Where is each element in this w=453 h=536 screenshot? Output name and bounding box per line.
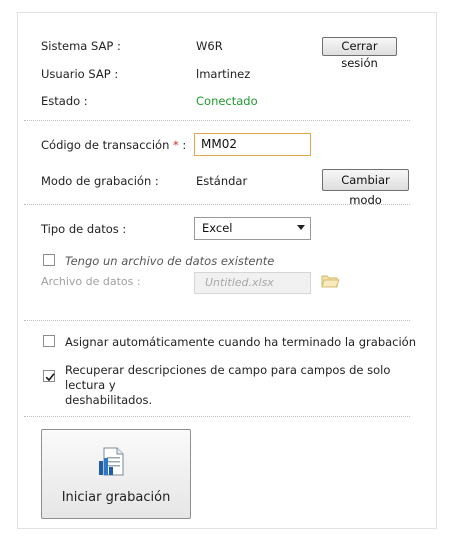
transaction-code-colon: : bbox=[178, 138, 187, 152]
data-type-select[interactable]: Excel bbox=[194, 217, 311, 240]
system-label: Sistema SAP : bbox=[41, 39, 121, 53]
section-divider bbox=[24, 204, 410, 205]
auto-assign-checkbox[interactable] bbox=[43, 335, 55, 347]
auto-assign-label: Asignar automáticamente cuando ha termin… bbox=[65, 335, 417, 349]
retrieve-descriptions-line1: Recuperar descripciones de campo para ca… bbox=[65, 363, 391, 392]
status-value: Conectado bbox=[196, 94, 258, 108]
data-type-selected: Excel bbox=[202, 221, 233, 235]
section-divider bbox=[24, 120, 410, 121]
has-file-label: Tengo un archivo de datos existente bbox=[65, 254, 275, 268]
record-document-icon bbox=[95, 446, 127, 481]
recording-mode-value: Estándar bbox=[196, 174, 248, 188]
recording-mode-label: Modo de grabación : bbox=[41, 174, 159, 188]
system-value: W6R bbox=[196, 39, 223, 53]
status-label: Estado : bbox=[41, 94, 88, 108]
user-value: lmartinez bbox=[196, 67, 251, 81]
section-divider bbox=[24, 416, 410, 417]
data-file-input[interactable]: Untitled.xlsx bbox=[194, 272, 311, 294]
start-recording-button[interactable]: Iniciar grabación bbox=[41, 429, 191, 519]
retrieve-descriptions-line2: deshabilitados. bbox=[65, 393, 153, 407]
user-label: Usuario SAP : bbox=[41, 67, 119, 81]
section-divider bbox=[24, 320, 410, 321]
data-file-label: Archivo de datos : bbox=[41, 275, 141, 288]
retrieve-descriptions-checkbox[interactable] bbox=[43, 370, 55, 382]
retrieve-descriptions-label: Recuperar descripciones de campo para ca… bbox=[65, 363, 415, 408]
logout-button[interactable]: Cerrar sesión bbox=[322, 37, 397, 70]
checkmark-icon bbox=[45, 373, 55, 382]
chevron-down-icon bbox=[297, 225, 305, 230]
change-mode-button[interactable]: Cambiar modo bbox=[322, 169, 409, 207]
transaction-code-input[interactable]: MM02 bbox=[194, 133, 311, 156]
transaction-code-label-text: Código de transacción bbox=[41, 138, 170, 152]
folder-open-icon[interactable] bbox=[321, 273, 340, 292]
has-file-checkbox[interactable] bbox=[43, 254, 55, 266]
data-type-label: Tipo de datos : bbox=[41, 222, 127, 236]
start-recording-label: Iniciar grabación bbox=[61, 490, 171, 505]
transaction-code-label: Código de transacción * : bbox=[41, 138, 186, 152]
